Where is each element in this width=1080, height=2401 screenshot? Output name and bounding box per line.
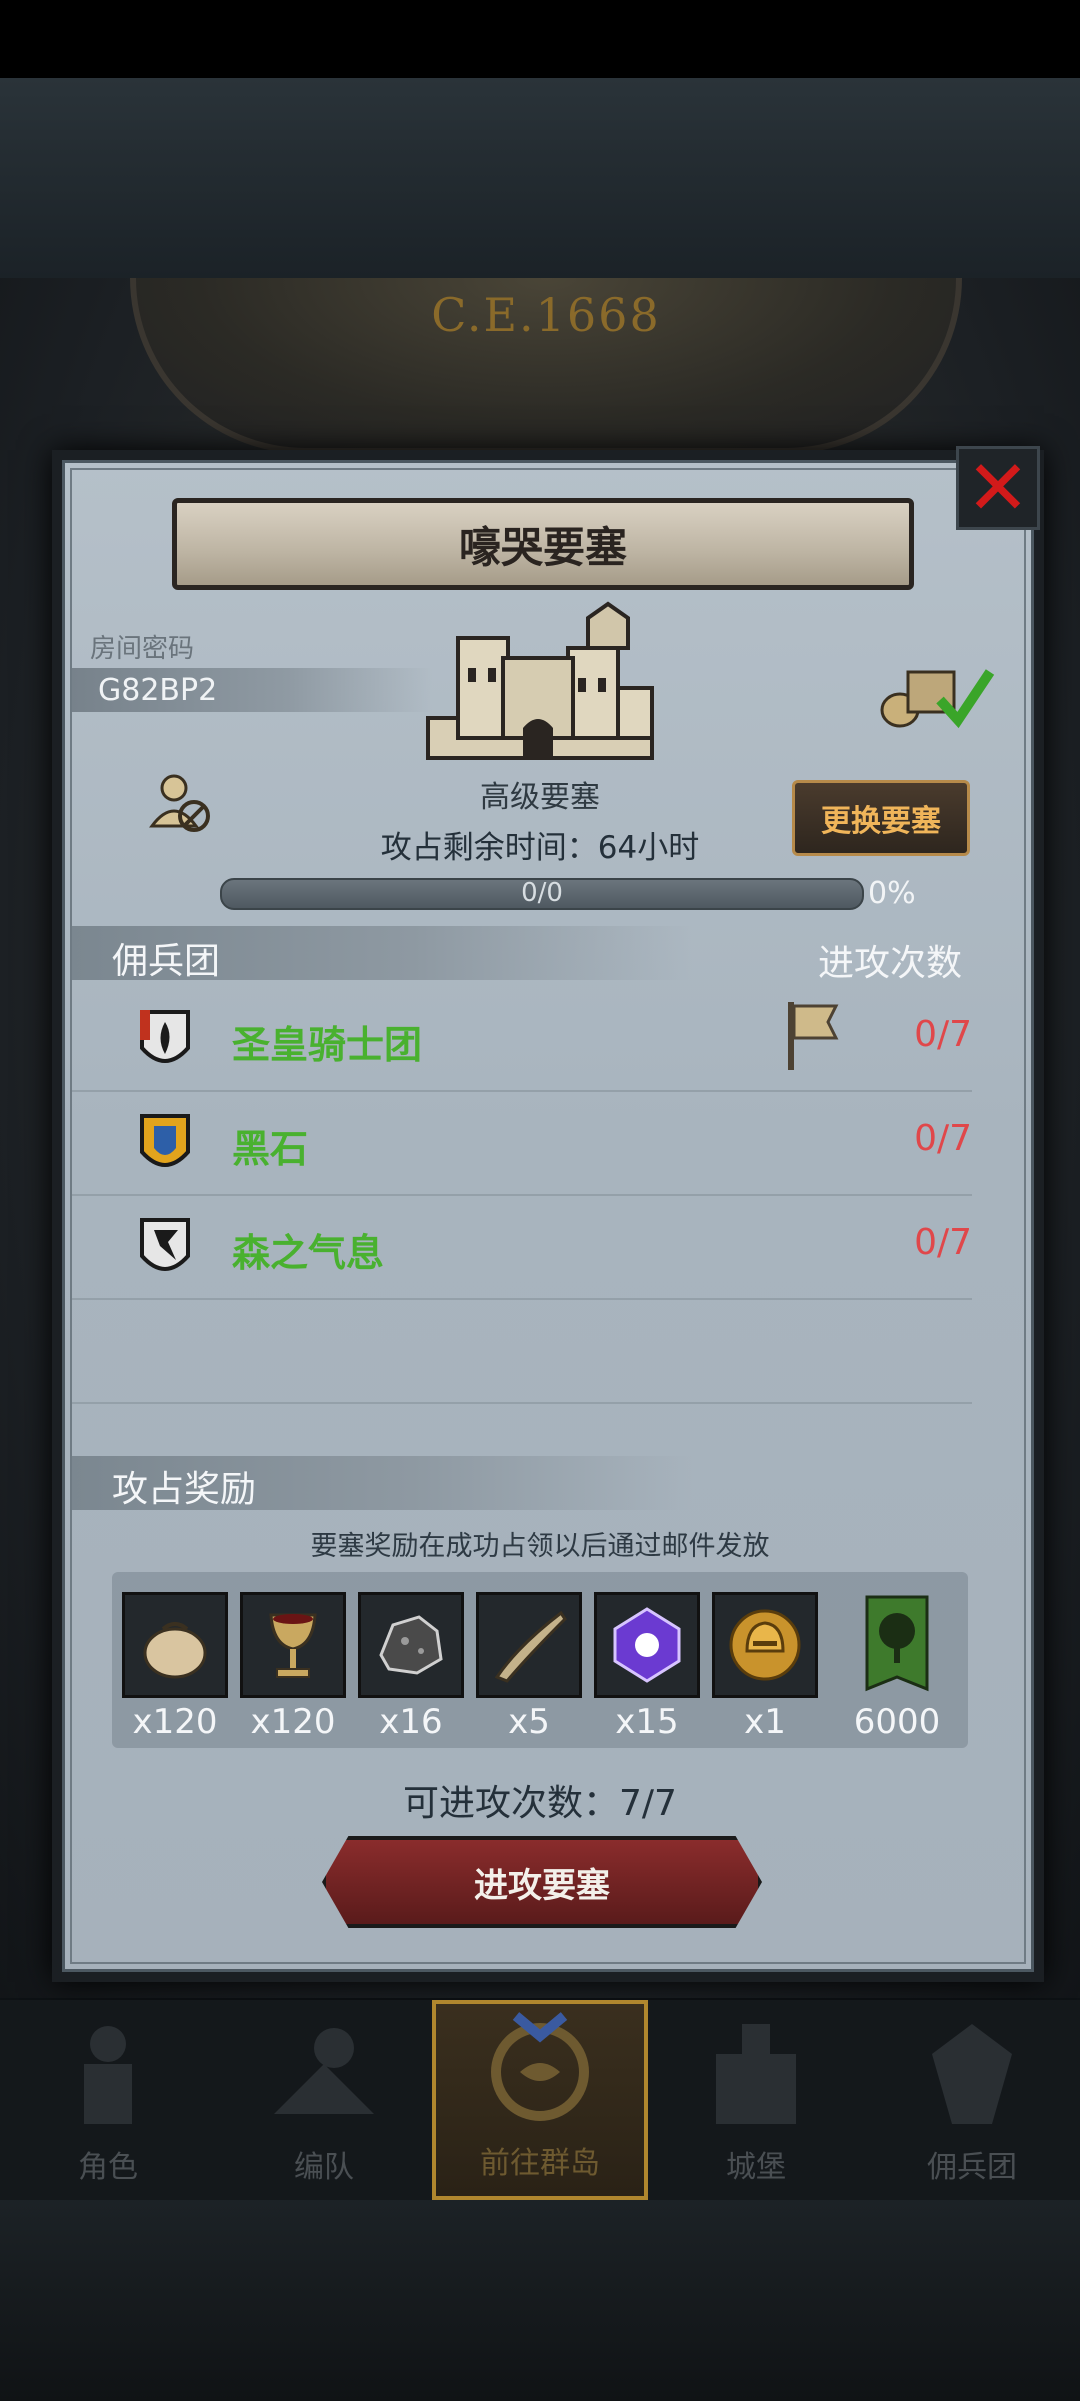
horn-icon <box>494 1610 567 1683</box>
merc-attack-count: 0/7 <box>914 1222 972 1263</box>
nav-go-to-islands[interactable]: 前往群岛 <box>432 2000 648 2200</box>
reward-item[interactable]: x15 <box>594 1592 700 1742</box>
reward-item[interactable]: 6000 <box>844 1592 950 1742</box>
bottom-nav: 角色 编队 前往群岛 城堡 佣兵团 <box>0 2000 1080 2200</box>
reward-item[interactable]: x16 <box>358 1592 464 1742</box>
room-code[interactable]: G82BP2 <box>98 673 217 708</box>
room-code-label: 房间密码 <box>90 634 195 664</box>
merc-name: 森之气息 <box>232 1231 385 1275</box>
attack-count-header: 进攻次数 <box>818 943 963 984</box>
nav-mercenary[interactable]: 佣兵团 <box>864 2000 1080 2200</box>
merc-name: 黑石 <box>232 1127 309 1171</box>
reward-qty: x120 <box>250 1702 336 1742</box>
knight-icon <box>84 2026 132 2124</box>
fortress-icon <box>426 601 654 760</box>
reward-item[interactable]: x120 <box>240 1592 346 1742</box>
goblet-icon <box>269 1613 317 1678</box>
nav-formation[interactable]: 编队 <box>216 2000 432 2200</box>
merc-attack-count: 0/7 <box>914 1014 972 1055</box>
capture-time-left: 攻占剩余时间：64小时 <box>380 830 700 866</box>
reward-item[interactable]: x1 <box>712 1592 818 1742</box>
reward-item[interactable]: x120 <box>122 1592 228 1742</box>
reward-header: 攻占奖励 <box>112 1469 257 1510</box>
empty-merc-slot <box>72 1302 972 1404</box>
merc-row[interactable]: 黑石 0/7 <box>72 1094 972 1196</box>
ore-icon <box>379 1615 443 1675</box>
wolf-shield-icon <box>140 1218 190 1271</box>
top-band <box>0 78 1080 278</box>
golden-helmet-medal-icon <box>729 1609 801 1681</box>
capture-progress-bar: 0/0 <box>220 878 864 910</box>
purple-crystal-icon <box>613 1607 681 1683</box>
merc-attack-count: 0/7 <box>914 1118 972 1159</box>
reward-item[interactable]: x5 <box>476 1592 582 1742</box>
reward-qty: x1 <box>744 1702 786 1742</box>
gold-blue-shield-icon <box>140 1114 190 1167</box>
flame-shield-icon <box>140 1010 190 1063</box>
reward-qty: x15 <box>615 1702 679 1742</box>
supply-claimed-icon[interactable] <box>878 660 998 730</box>
attack-flag-icon <box>788 1002 839 1070</box>
status-bar <box>0 0 1080 78</box>
castle-icon <box>716 2024 796 2124</box>
attack-fortress-label: 进攻要塞 <box>474 1865 610 1906</box>
coin-bag-icon <box>143 1622 207 1679</box>
era-year: C.E.1668 <box>431 288 661 342</box>
compass-map-icon <box>491 2012 589 2121</box>
reward-qty: x16 <box>379 1702 443 1742</box>
title-banner: 嚎哭要塞 <box>172 498 914 590</box>
dialog-title: 嚎哭要塞 <box>458 522 627 572</box>
merc-row[interactable]: 圣皇骑士团 0/7 <box>72 990 972 1092</box>
merc-header: 佣兵团 <box>112 941 221 982</box>
nav-character[interactable]: 角色 <box>0 2000 216 2200</box>
tree-banner-icon <box>865 1595 929 1692</box>
mercenary-icon <box>932 2024 1012 2124</box>
era-clock: C.E.1668 <box>130 278 962 454</box>
reward-qty: 6000 <box>853 1702 941 1742</box>
attack-fortress-button[interactable]: 进攻要塞 <box>322 1836 762 1928</box>
bottom-background <box>0 2200 1080 2401</box>
attacks-remaining: 可进攻次数：7/7 <box>403 1783 677 1824</box>
close-button[interactable]: ✕ <box>956 446 1040 530</box>
reward-qty: x120 <box>132 1702 218 1742</box>
merc-name: 圣皇骑士团 <box>232 1023 423 1067</box>
nav-castle[interactable]: 城堡 <box>648 2000 864 2200</box>
formation-icon <box>274 2028 374 2114</box>
progress-text: 0/0 <box>521 878 563 908</box>
reward-qty: x5 <box>508 1702 550 1742</box>
reward-note: 要塞奖励在成功占领以后通过邮件发放 <box>310 1531 770 1562</box>
progress-percent: 0% <box>868 876 916 911</box>
close-icon: ✕ <box>966 443 1030 532</box>
merc-row[interactable]: 森之气息 0/7 <box>72 1198 972 1300</box>
